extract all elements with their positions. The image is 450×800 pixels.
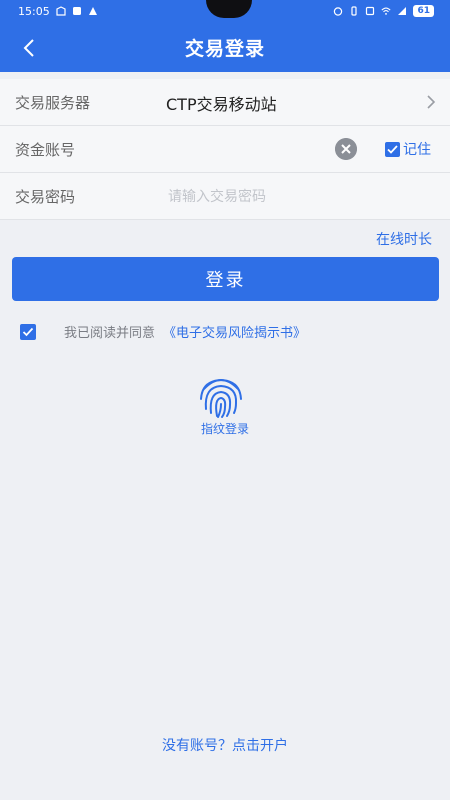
risk-disclosure-link[interactable]: 《电子交易风险揭示书》 bbox=[163, 322, 306, 341]
header: 交易登录 bbox=[0, 24, 450, 72]
top-bar: 15:05 61 交易登录 bbox=[0, 0, 450, 72]
server-value: CTP交易移动站 bbox=[166, 95, 277, 114]
login-button[interactable]: 登录 bbox=[12, 257, 439, 301]
server-row[interactable]: 交易服务器 CTP交易移动站 bbox=[0, 79, 450, 126]
online-duration-link[interactable]: 在线时长 bbox=[376, 229, 432, 249]
agreement-row: 我已阅读并同意 《电子交易风险揭示书》 bbox=[20, 322, 306, 341]
password-label: 交易密码 bbox=[15, 188, 76, 206]
agreement-checkbox[interactable] bbox=[20, 323, 36, 340]
account-label: 资金账号 bbox=[15, 141, 76, 159]
password-row: 交易密码 bbox=[0, 173, 450, 220]
app-icon bbox=[72, 7, 81, 15]
signal-icon bbox=[398, 7, 407, 15]
check-icon bbox=[387, 144, 398, 154]
fingerprint-icon[interactable] bbox=[196, 373, 246, 419]
status-bar-left: 15:05 bbox=[18, 3, 98, 19]
battery-level: 61 bbox=[413, 5, 434, 17]
clear-icon[interactable] bbox=[335, 138, 357, 160]
password-input[interactable] bbox=[166, 181, 380, 213]
fingerprint-login-label[interactable]: 指纹登录 bbox=[0, 420, 450, 437]
remember-label: 记住 bbox=[403, 142, 431, 158]
status-bar-right: 61 bbox=[333, 3, 434, 19]
status-time: 15:05 bbox=[18, 4, 50, 18]
camera-notch bbox=[206, 0, 252, 18]
page-title: 交易登录 bbox=[184, 38, 265, 60]
notification-icon bbox=[56, 6, 66, 16]
nfc-icon bbox=[366, 6, 375, 16]
remember-checkbox[interactable] bbox=[385, 141, 400, 157]
account-row: 资金账号 记住 bbox=[0, 126, 450, 173]
warning-icon bbox=[88, 7, 97, 15]
agreement-text: 我已阅读并同意 bbox=[64, 326, 156, 341]
login-form: 交易服务器 CTP交易移动站 资金账号 记住 交易密码 bbox=[0, 79, 450, 220]
vibrate-icon bbox=[351, 6, 358, 16]
wifi-icon bbox=[381, 7, 392, 15]
chevron-right-icon bbox=[427, 95, 436, 109]
check-icon bbox=[22, 327, 34, 336]
server-label: 交易服务器 bbox=[15, 94, 91, 112]
register-link[interactable]: 没有账号？点击开户 bbox=[0, 735, 450, 755]
remember-toggle[interactable]: 记住 bbox=[385, 139, 431, 159]
alarm-icon bbox=[334, 7, 343, 16]
